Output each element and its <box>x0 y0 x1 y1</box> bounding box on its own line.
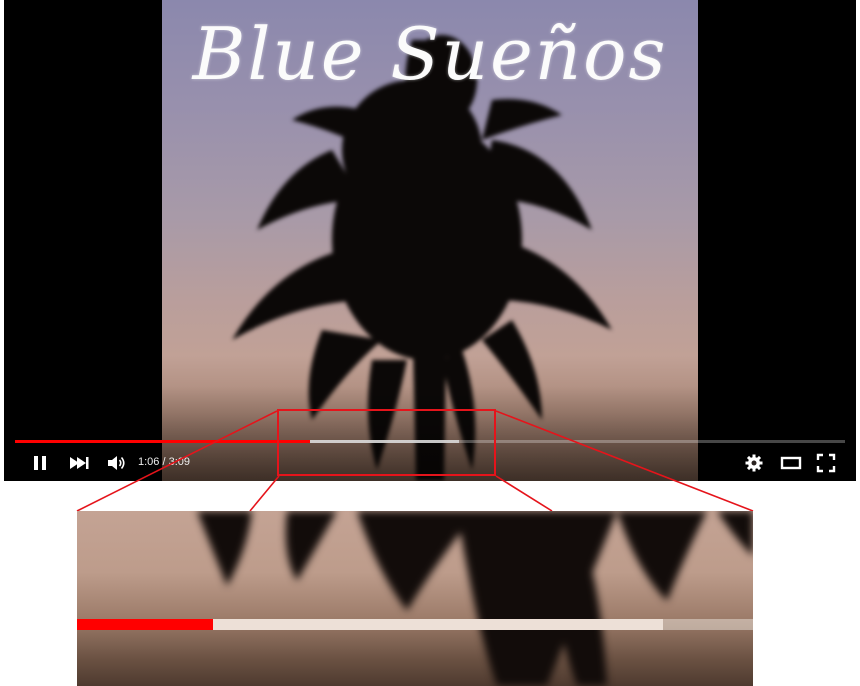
fullscreen-icon <box>816 453 836 473</box>
current-time: 1:06 <box>138 456 160 468</box>
volume-button[interactable] <box>104 451 128 475</box>
time-display: 1:06 / 3:09 <box>138 456 190 468</box>
volume-icon <box>108 456 125 470</box>
theater-mode-button[interactable] <box>778 451 804 475</box>
next-button[interactable] <box>66 451 92 475</box>
progress-played <box>15 440 310 443</box>
zoomed-progress-played <box>77 619 213 630</box>
video-title-text: Blue Sueños <box>192 12 668 96</box>
next-icon <box>70 457 89 469</box>
zoomed-progress-remaining <box>663 619 753 630</box>
fullscreen-button[interactable] <box>814 451 838 475</box>
zoom-highlight-box <box>277 409 496 476</box>
settings-icon <box>745 454 763 472</box>
zoomed-palm-silhouette <box>197 511 753 686</box>
pause-icon <box>34 456 46 470</box>
time-separator: / <box>159 456 169 468</box>
duration: 3:09 <box>168 456 191 468</box>
zoomed-progress-view <box>77 511 753 686</box>
pause-button[interactable] <box>28 451 52 475</box>
zoomed-progress-buffered <box>213 619 663 630</box>
settings-button[interactable] <box>742 451 766 475</box>
theater-mode-icon <box>780 456 802 470</box>
